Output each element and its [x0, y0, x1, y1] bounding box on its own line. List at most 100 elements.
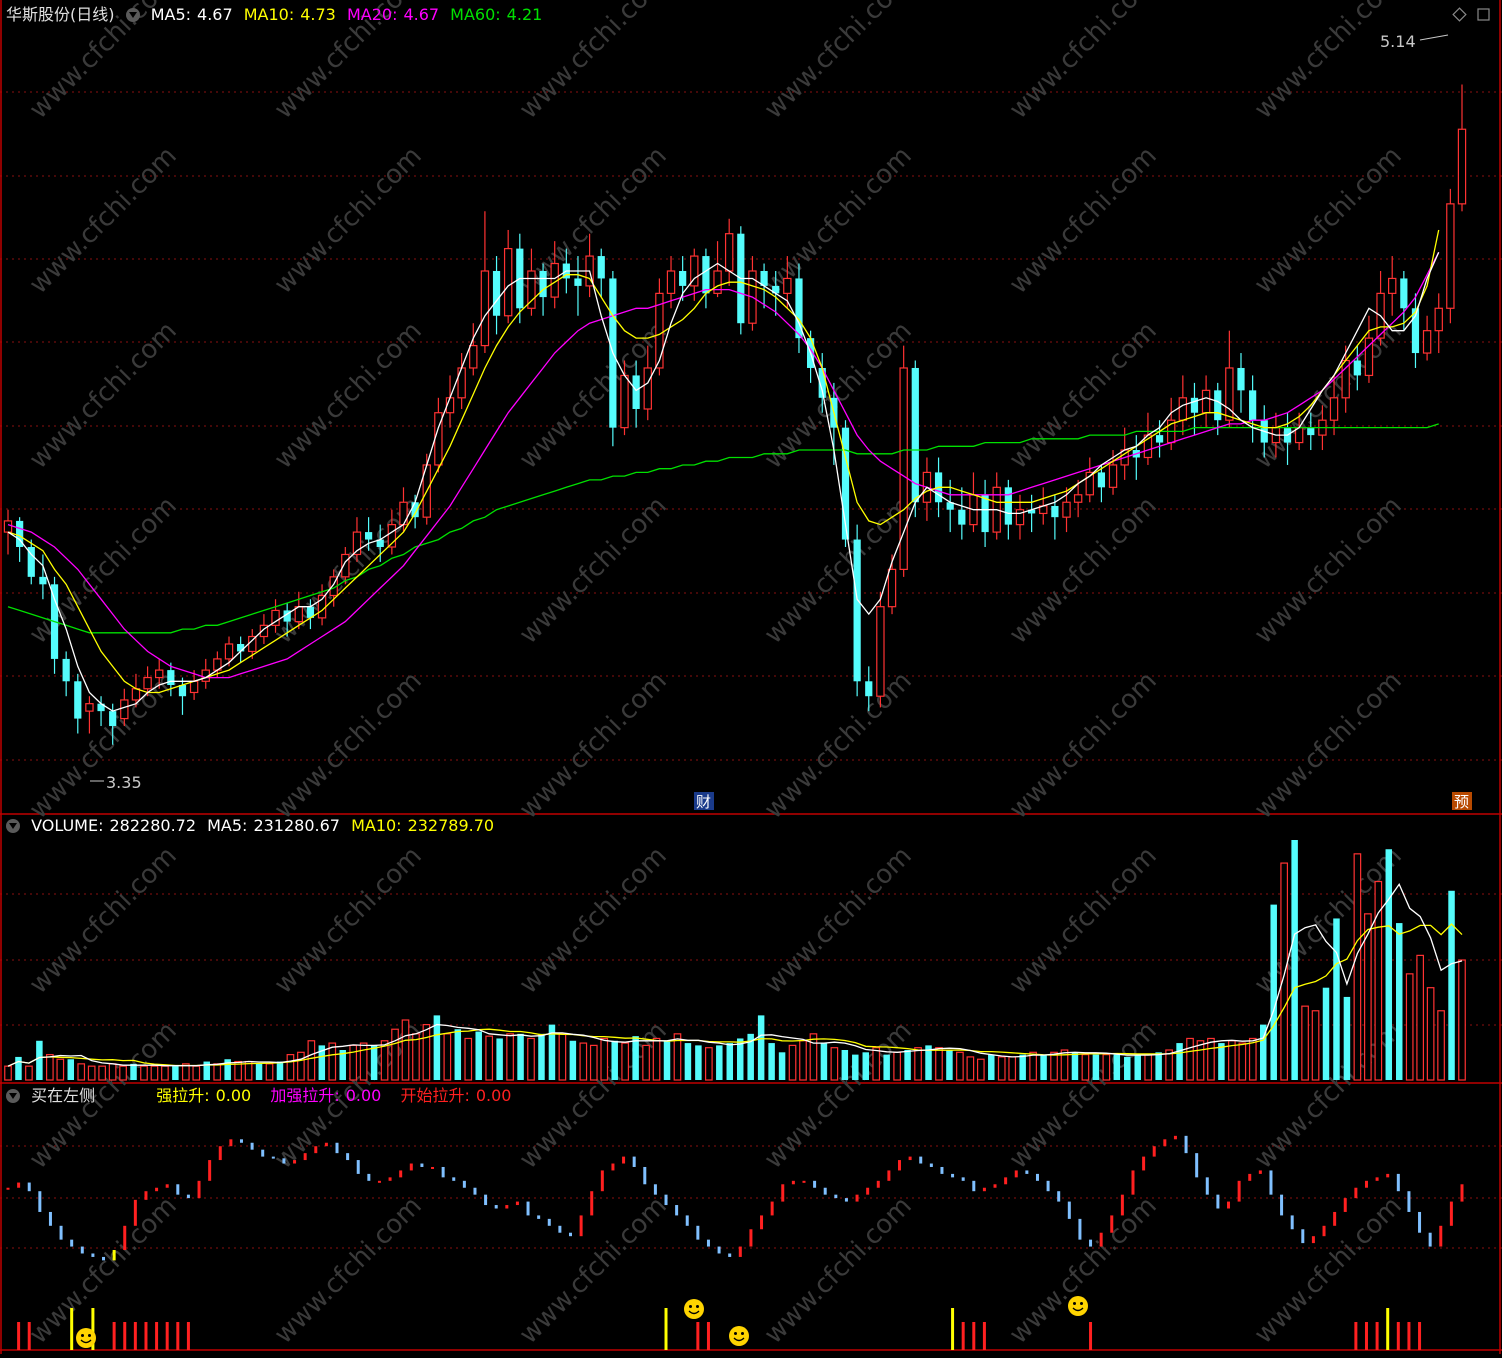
volume-bar [1374, 880, 1383, 1081]
ma10-label: MA10: [243, 5, 295, 24]
indicator-segment [165, 1184, 169, 1188]
indicator-segment [1152, 1146, 1156, 1157]
candle [876, 591, 885, 708]
volume-bar [1301, 1005, 1309, 1081]
indicator-segment [1280, 1194, 1284, 1216]
volume-label: VOLUME: [31, 816, 104, 835]
indicator-segment [823, 1187, 827, 1195]
indicator-segment [1333, 1211, 1337, 1226]
indicator-segment [1237, 1180, 1241, 1202]
candle-body [574, 278, 582, 286]
volume-bar [935, 1047, 943, 1081]
volume-bar [663, 1040, 671, 1080]
candle-body [224, 643, 234, 660]
volume-bar [475, 1031, 482, 1080]
smiley-icon [76, 1328, 96, 1348]
yu-marker: 预 [1454, 793, 1469, 811]
indicator-segment [961, 1177, 965, 1181]
ma5-value: 4.67 [197, 5, 233, 24]
candle-body [1400, 278, 1408, 309]
volume-bar [140, 1065, 148, 1081]
indicator-segment [568, 1232, 572, 1237]
volume-bar [130, 1063, 137, 1080]
volume-bar [1008, 1056, 1017, 1081]
indicator-segment [770, 1201, 774, 1216]
volume-bar [1385, 849, 1393, 1080]
volume-bar [1102, 1054, 1111, 1081]
volume-bar [1040, 1054, 1047, 1080]
candle [911, 360, 919, 518]
volume-panel-toggle-icon[interactable] [6, 819, 20, 833]
candle-body [679, 270, 687, 286]
candle-body [865, 681, 873, 697]
volume-bar [349, 1044, 358, 1081]
indicator-segment [186, 1194, 190, 1199]
volume-bar [401, 1019, 410, 1081]
volume-bar [172, 1066, 179, 1080]
indicator-segment [505, 1205, 509, 1209]
volume-bar [1405, 973, 1414, 1081]
indicator-segment [600, 1170, 604, 1192]
line2-value: 0.00 [345, 1086, 382, 1105]
volume-bar [297, 1051, 305, 1081]
indicator-segment [1025, 1170, 1029, 1174]
volume-bar [1458, 959, 1466, 1081]
volume-bar [506, 1033, 514, 1081]
candle-body [597, 256, 605, 279]
volume-bar [799, 1040, 807, 1081]
candle-body [643, 367, 652, 410]
volume-bar [443, 1033, 452, 1081]
indicator-segment [1120, 1194, 1124, 1216]
candle-body [492, 270, 501, 316]
indicator-segment [855, 1194, 859, 1202]
indicator-segment [844, 1198, 848, 1202]
indicator-segment [208, 1160, 212, 1181]
volume-bar [558, 1033, 567, 1081]
smiley-eye [1073, 1302, 1076, 1305]
volume-bar [976, 1058, 985, 1081]
indicator-segment [622, 1156, 626, 1164]
candle [853, 524, 861, 697]
candle-body [1237, 367, 1245, 391]
smiley-eye [88, 1334, 91, 1337]
candle-body [1422, 330, 1432, 354]
volume-bar [1291, 840, 1298, 1080]
volume-bar [1228, 1040, 1236, 1081]
volume-bar [1186, 1037, 1194, 1081]
candle-body [702, 256, 710, 294]
volume-bar [422, 1024, 431, 1081]
volume-bar [307, 1040, 316, 1081]
indicator-segment [1099, 1232, 1103, 1247]
indicator-segment [1449, 1201, 1453, 1226]
indicator-segment [537, 1215, 541, 1219]
volume-bar [611, 1040, 618, 1080]
ma10-value: 4.73 [300, 5, 336, 24]
volume-bar [705, 1047, 713, 1081]
volume-bar [1196, 1040, 1205, 1081]
candle-body [457, 367, 466, 399]
candle-body [1004, 487, 1012, 525]
indicator-segment [1227, 1201, 1231, 1209]
indicator-segment [239, 1139, 243, 1143]
indicator-segment [102, 1256, 106, 1261]
candle [1446, 188, 1455, 324]
indicator-segment [717, 1246, 721, 1254]
volume-bar [988, 1054, 995, 1080]
volume-bar [1029, 1051, 1037, 1081]
volume-bar [1218, 1043, 1225, 1080]
volume-bar [1144, 1054, 1153, 1081]
indicator-segment [70, 1239, 74, 1247]
candle-body [1062, 501, 1071, 518]
main-panel-toggle-icon[interactable] [125, 8, 140, 22]
volume-bar [15, 1056, 22, 1080]
smiley-eye [741, 1332, 744, 1335]
indicator-panel-toggle-icon[interactable] [6, 1089, 20, 1103]
indicator-segment [898, 1160, 902, 1171]
indicator-segment [293, 1160, 297, 1164]
volume-bar [893, 1051, 901, 1081]
indicator-segment [473, 1187, 477, 1195]
indicator-segment [250, 1142, 254, 1150]
candle-body [1214, 390, 1222, 421]
line2-label: 加强拉升: [270, 1086, 340, 1105]
volume-bar [1176, 1043, 1183, 1080]
